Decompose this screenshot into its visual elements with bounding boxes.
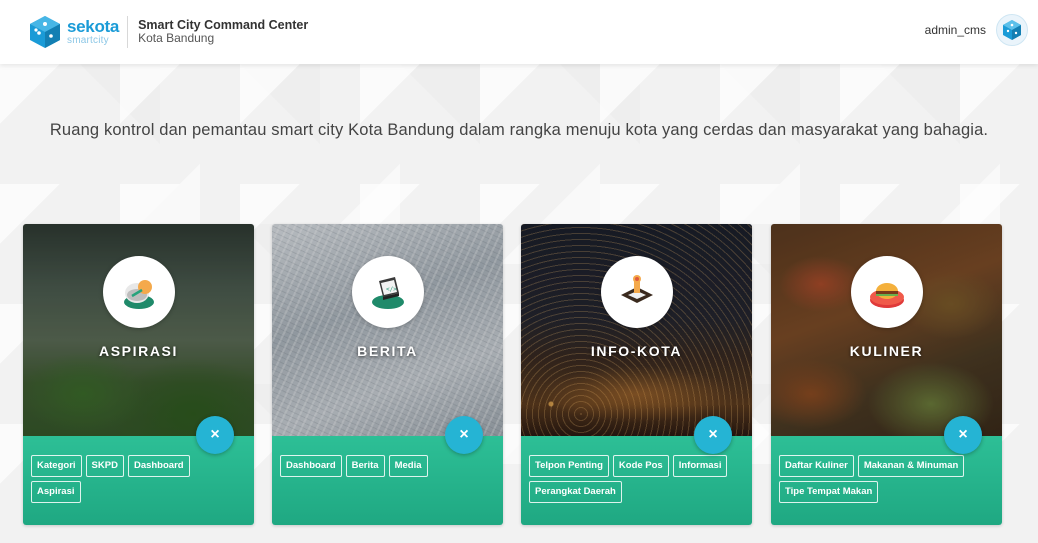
user-cube-icon: [1003, 20, 1021, 40]
card-title: BERITA: [357, 343, 418, 359]
top-header: sekota smartcity Smart City Command Cent…: [0, 0, 1038, 64]
tag-kategori[interactable]: Kategori: [31, 455, 82, 477]
card-berita[interactable]: </> BERITA × Dashboard Berita Media: [272, 224, 503, 525]
app-title: Smart City Command Center: [138, 17, 309, 32]
brand-subname: smartcity: [67, 35, 109, 46]
close-button[interactable]: ×: [944, 416, 982, 454]
tag-telpon-penting[interactable]: Telpon Penting: [529, 455, 609, 477]
logo[interactable]: sekota smartcity: [27, 14, 119, 50]
tag-daftar-kuliner[interactable]: Daftar Kuliner: [779, 455, 854, 477]
tag-media[interactable]: Media: [388, 455, 428, 477]
sekota-cube-icon: [27, 14, 63, 50]
card-kuliner[interactable]: KULINER × Daftar Kuliner Makanan & Minum…: [771, 224, 1002, 525]
berita-icon: </>: [352, 256, 424, 328]
brand-name: sekota: [67, 17, 120, 36]
card-title: KULINER: [849, 343, 924, 359]
tag-dashboard[interactable]: Dashboard: [280, 455, 342, 477]
kuliner-icon: [851, 256, 923, 328]
tag-informasi[interactable]: Informasi: [672, 455, 728, 477]
tag-berita[interactable]: Berita: [345, 455, 385, 477]
tag-skpd[interactable]: SKPD: [85, 455, 124, 477]
svg-text:</>: </>: [386, 286, 397, 293]
close-button[interactable]: ×: [694, 416, 732, 454]
card-info-kota[interactable]: INFO-KOTA × Telpon Penting Kode Pos Info…: [521, 224, 752, 525]
username: admin_cms: [924, 23, 986, 37]
header-divider: [127, 16, 129, 48]
tag-perangkat-daerah[interactable]: Perangkat Daerah: [529, 481, 622, 503]
card-aspirasi[interactable]: ASPIRASI × Kategori SKPD Dashboard Aspir…: [23, 224, 254, 525]
tag-dashboard[interactable]: Dashboard: [127, 455, 190, 477]
card-title: INFO-KOTA: [590, 343, 683, 359]
avatar[interactable]: [996, 14, 1028, 46]
close-button[interactable]: ×: [445, 416, 483, 454]
close-button[interactable]: ×: [196, 416, 234, 454]
card-title: ASPIRASI: [99, 343, 178, 359]
tag-kode-pos[interactable]: Kode Pos: [612, 455, 669, 477]
user-menu[interactable]: admin_cms: [925, 14, 1028, 46]
aspirasi-icon: [103, 256, 175, 328]
page-tagline: Ruang kontrol dan pemantau smart city Ko…: [49, 121, 989, 139]
tag-tipe-tempat-makan[interactable]: Tipe Tempat Makan: [779, 481, 879, 503]
tag-makanan-minuman[interactable]: Makanan & Minuman: [857, 455, 965, 477]
info-kota-icon: [601, 256, 673, 328]
tag-aspirasi[interactable]: Aspirasi: [31, 481, 81, 503]
app-subtitle: Kota Bandung: [138, 31, 215, 46]
